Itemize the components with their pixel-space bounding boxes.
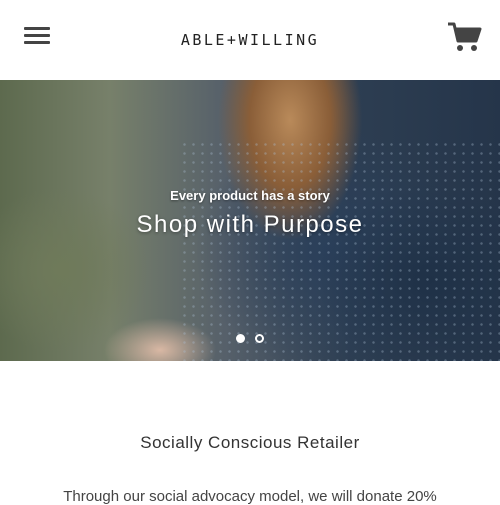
slide-dot-1[interactable]: [236, 334, 245, 343]
section-body-text: Through our social advocacy model, we wi…: [63, 488, 437, 505]
hero-title: Shop with Purpose: [136, 211, 364, 238]
slider-pagination: [0, 334, 500, 343]
hero-subtitle: Every product has a story: [170, 188, 330, 203]
site-logo[interactable]: ABLE+WILLING: [0, 31, 500, 49]
shopping-cart-icon[interactable]: [447, 20, 483, 54]
hero-background-image: [180, 140, 500, 361]
slide-dot-2[interactable]: [255, 334, 264, 343]
site-header: ABLE+WILLING: [0, 0, 500, 80]
section-heading: Socially Conscious Retailer: [140, 433, 360, 452]
hero-slider[interactable]: Every product has a story Shop with Purp…: [0, 80, 500, 361]
cart-svg: [448, 22, 482, 51]
menu-line: [24, 27, 50, 30]
